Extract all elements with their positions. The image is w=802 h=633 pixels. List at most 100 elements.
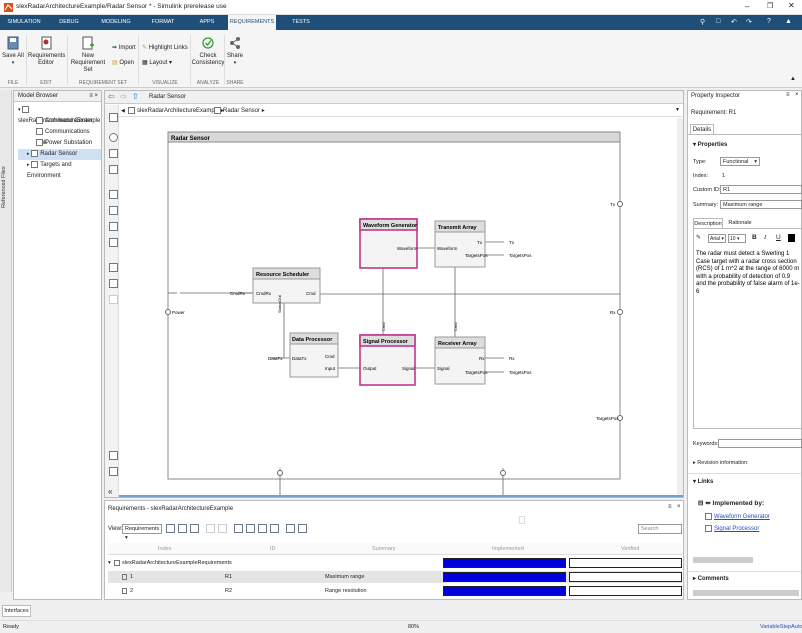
- description-text[interactable]: The radar must detect a Swerling 1 Case …: [696, 251, 800, 296]
- component-tool-icon[interactable]: [109, 190, 118, 199]
- search-icon[interactable]: ⚲: [700, 18, 705, 26]
- cut-icon[interactable]: [206, 524, 215, 533]
- type-select[interactable]: Functional ▾: [720, 157, 760, 166]
- font-select[interactable]: Arial ▾: [708, 234, 726, 243]
- copy-icon[interactable]: [218, 524, 227, 533]
- close-panel-icon[interactable]: ×: [677, 504, 681, 510]
- save-icon[interactable]: □: [716, 18, 720, 25]
- tree-root[interactable]: ▾ slexRadarArchitectureExample: [18, 105, 101, 124]
- delete-icon[interactable]: [270, 524, 279, 533]
- tab-requirements[interactable]: REQUIREMENTS: [228, 15, 276, 30]
- link-label[interactable]: Waveform Generator: [714, 514, 770, 520]
- maximize-button[interactable]: ❐: [767, 2, 773, 10]
- hide-browser-icon[interactable]: [109, 113, 118, 122]
- solver-link[interactable]: VariableStepAuto: [760, 621, 802, 633]
- paint-icon[interactable]: ✎: [696, 234, 701, 241]
- implemented-by-header[interactable]: ⊟ ⇚ Implemented by:: [698, 499, 764, 507]
- description-editor[interactable]: ✎ Arial ▾ 10 ▾ B I U The radar must dete…: [693, 228, 802, 429]
- check-consistency-button[interactable]: Check Consistency: [191, 36, 225, 67]
- property-tool-icon[interactable]: [109, 451, 118, 460]
- interfaces-tab[interactable]: Interfaces: [2, 605, 31, 617]
- tab-format[interactable]: FORMAT: [148, 15, 178, 30]
- up-arrow-icon[interactable]: ⇧: [132, 92, 139, 101]
- requirements-editor-button[interactable]: Requirements Editor: [28, 36, 65, 67]
- blank-tool-icon[interactable]: [109, 295, 118, 304]
- revision-section[interactable]: ▸ Revision information:: [693, 460, 749, 466]
- reference-tool-icon[interactable]: [109, 206, 118, 215]
- rationale-tab[interactable]: Rationale: [725, 218, 755, 228]
- inspector-bottom-scroll[interactable]: [693, 590, 799, 596]
- refresh-icon[interactable]: [298, 524, 307, 533]
- tab-debug[interactable]: DEBUG: [54, 15, 84, 30]
- save-all-button[interactable]: Save All ▾: [2, 36, 24, 67]
- underline-button[interactable]: U: [776, 234, 781, 241]
- add-requirement-icon[interactable]: [166, 524, 175, 533]
- annotation-tool-icon[interactable]: [109, 263, 118, 272]
- arrow-icon[interactable]: [109, 165, 118, 174]
- ribbon-collapse-icon[interactable]: ▲: [790, 76, 796, 82]
- close-panel-icon[interactable]: ≡ ×: [89, 91, 98, 102]
- panel-menu-icon[interactable]: ≡: [668, 504, 672, 510]
- link-label[interactable]: Signal Processor: [714, 526, 759, 532]
- breadcrumb-root[interactable]: slexRadarArchitectureExample: [137, 108, 219, 114]
- help-icon[interactable]: ?: [767, 18, 771, 25]
- breadcrumb-current[interactable]: Radar Sensor: [223, 108, 260, 114]
- layout-button[interactable]: ▦ Layout ▾: [142, 59, 172, 66]
- import-button[interactable]: ➡ Import: [112, 44, 136, 51]
- table-row[interactable]: 2 R2 Range resolution: [108, 585, 682, 597]
- variant-tool-icon[interactable]: [109, 222, 118, 231]
- tree-item-command-center[interactable]: Command Center: [18, 116, 101, 127]
- forward-arrow-icon[interactable]: ⇨: [120, 92, 127, 101]
- collapse-ribbon-icon[interactable]: ▲: [785, 18, 792, 25]
- inspector-hscroll[interactable]: [693, 557, 753, 563]
- tab-apps[interactable]: APPS: [193, 15, 221, 30]
- tree-item-targets-and-environment[interactable]: ▸ Targets and Environment: [18, 160, 101, 179]
- font-size-select[interactable]: 10 ▾: [728, 234, 746, 243]
- redo-icon[interactable]: ↷: [746, 18, 752, 26]
- link-icon[interactable]: [258, 524, 267, 533]
- zoom-icon[interactable]: [109, 133, 118, 142]
- tree-item-radar-sensor[interactable]: ▸ Radar Sensor: [18, 149, 101, 160]
- custom-id-field[interactable]: R1: [720, 185, 802, 194]
- properties-section[interactable]: ▾ Properties: [693, 141, 727, 148]
- comments-section[interactable]: ▸ Comments: [693, 575, 729, 582]
- italic-button[interactable]: I: [764, 234, 766, 241]
- undo-icon[interactable]: ↶: [731, 18, 737, 26]
- bold-button[interactable]: B: [752, 234, 757, 241]
- view-select[interactable]: Requirements ▾: [122, 524, 162, 541]
- new-requirement-set-button[interactable]: New Requirement Set: [67, 36, 109, 74]
- scissors-icon[interactable]: [234, 524, 243, 533]
- hierarchy-icon[interactable]: [109, 467, 118, 476]
- tree-item-communications-link[interactable]: Communications Link: [18, 127, 101, 146]
- collapse-palette-icon[interactable]: «: [108, 487, 112, 496]
- chevron-left-icon[interactable]: ◀: [121, 108, 125, 114]
- search-field[interactable]: Search: [638, 524, 682, 534]
- table-row-set[interactable]: ▾ slexRadarArchitectureExampleRequiremen…: [108, 557, 682, 569]
- summary-field[interactable]: Maximum range: [720, 200, 802, 209]
- links-section[interactable]: ▾ Links: [693, 478, 713, 485]
- breadcrumb-dropdown-icon[interactable]: ▼: [675, 107, 680, 113]
- open-button[interactable]: ▤ Open: [112, 59, 134, 66]
- keywords-field[interactable]: [718, 439, 802, 448]
- paste-icon[interactable]: [246, 524, 255, 533]
- highlight-links-button[interactable]: ✎ Highlight Links: [142, 44, 188, 51]
- minimize-button[interactable]: –: [745, 2, 749, 11]
- link-waveform-generator[interactable]: Waveform Generator: [705, 513, 770, 520]
- fit-view-icon[interactable]: [109, 149, 118, 158]
- close-window-button[interactable]: ✕: [788, 1, 795, 10]
- tab-modeling[interactable]: MODELING: [98, 15, 134, 30]
- tab-tests[interactable]: TESTS: [287, 15, 315, 30]
- save-icon[interactable]: [190, 524, 199, 533]
- table-row[interactable]: 1 R1 Maximum range: [108, 571, 682, 583]
- canvas-hscroll[interactable]: [119, 495, 683, 497]
- image-tool-icon[interactable]: [109, 279, 118, 288]
- share-button[interactable]: Share ▾: [224, 36, 246, 67]
- add-child-icon[interactable]: [178, 524, 187, 533]
- tab-simulation[interactable]: SIMULATION: [6, 15, 42, 30]
- panel-menu-icon[interactable]: ≡: [786, 92, 790, 98]
- details-tab[interactable]: Details: [690, 124, 714, 134]
- description-tab[interactable]: Description: [693, 218, 723, 228]
- adapter-tool-icon[interactable]: [109, 238, 118, 247]
- text-color-swatch[interactable]: [788, 234, 795, 242]
- waveform-generator-block[interactable]: Waveform Generator Waveform: [359, 218, 418, 269]
